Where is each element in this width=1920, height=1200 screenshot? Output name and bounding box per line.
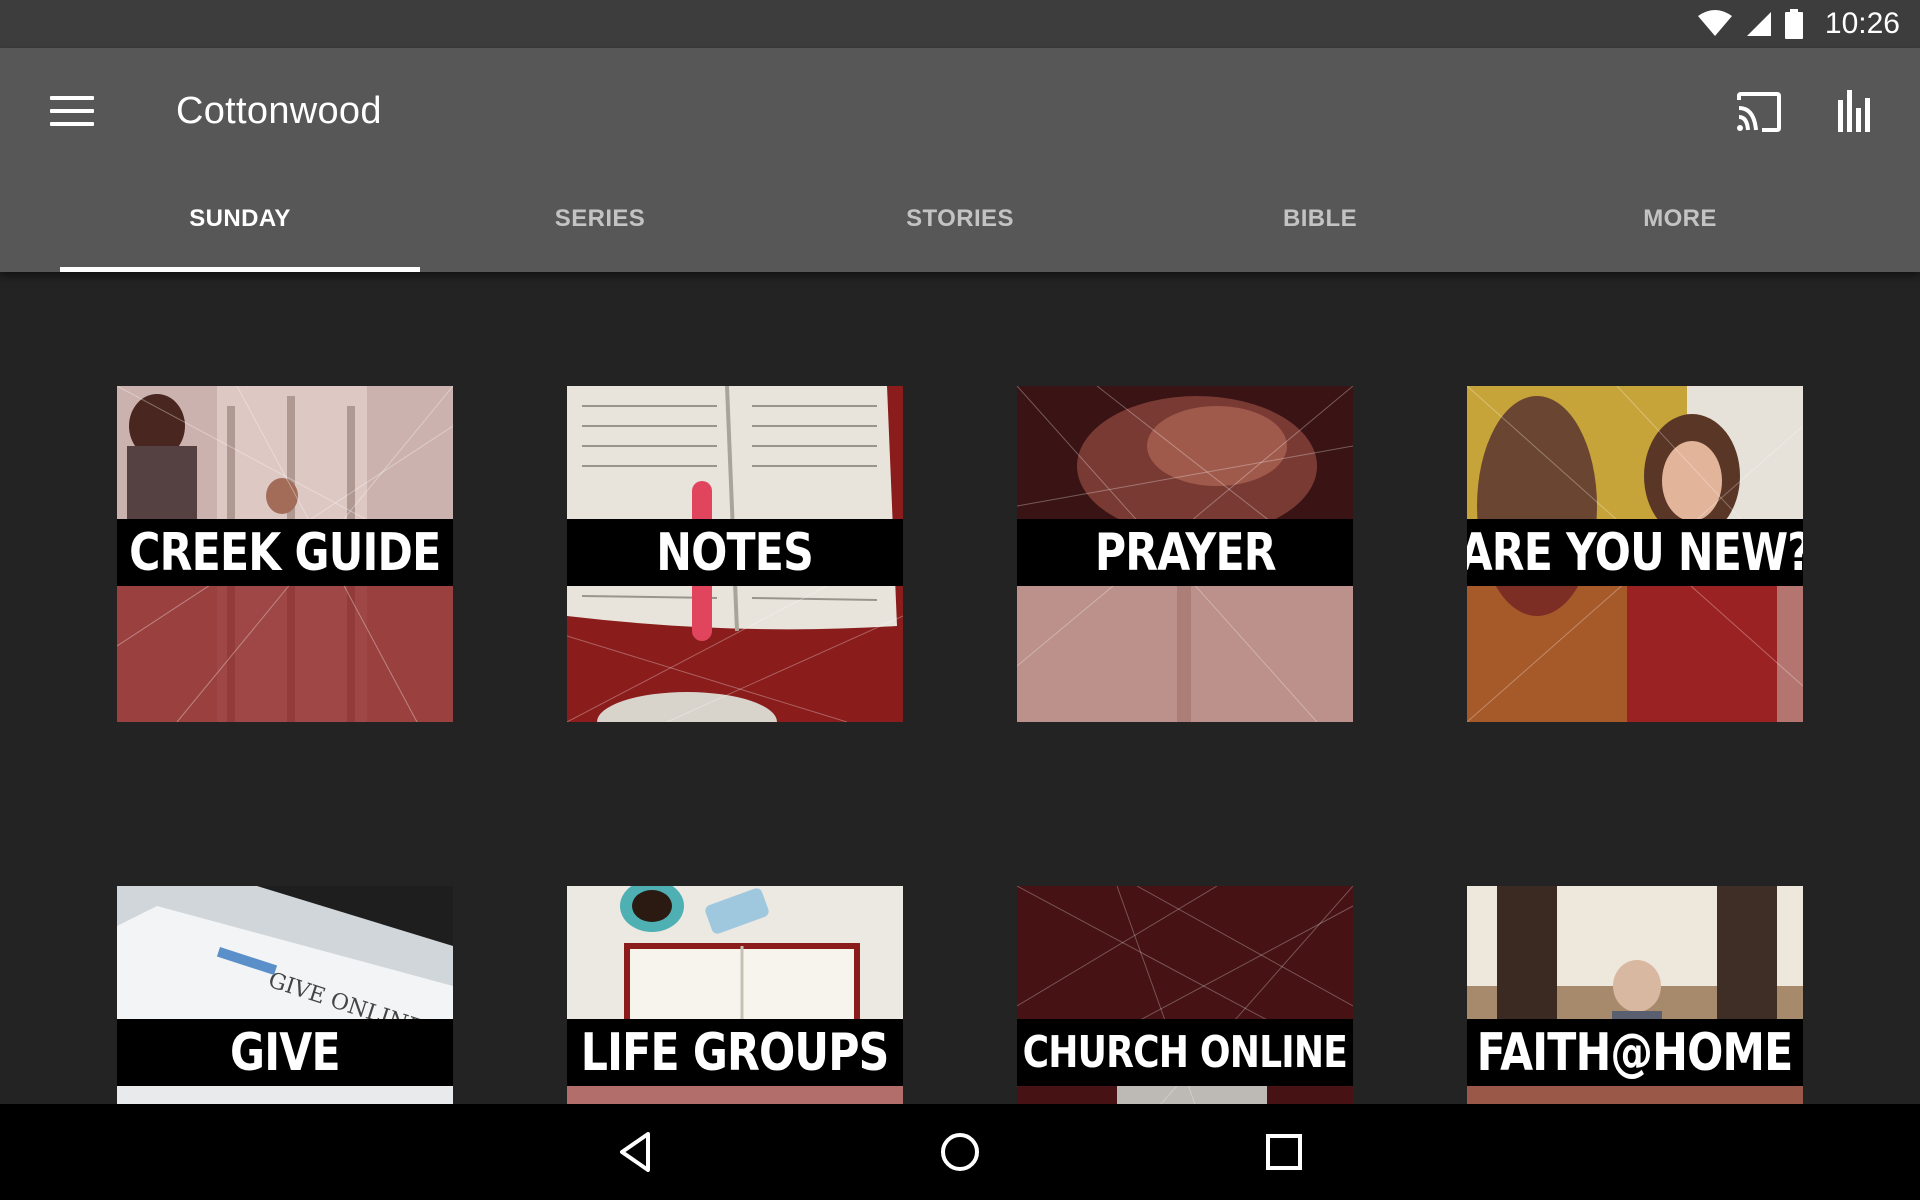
tile-creek-guide[interactable]: CREEK GUIDE xyxy=(117,386,453,722)
tile-label: PRAYER xyxy=(1094,522,1277,583)
app-title: Cottonwood xyxy=(176,90,382,132)
tile-prayer[interactable]: PRAYER xyxy=(1017,386,1353,722)
menu-icon[interactable] xyxy=(50,96,94,128)
tile-label-bar: CREEK GUIDE xyxy=(117,519,453,586)
tile-label: FAITH@HOME xyxy=(1477,1022,1794,1083)
app-bar: Cottonwood SUNDAY SERIES STORIES BIBLE M… xyxy=(0,48,1920,272)
tile-notes[interactable]: NOTES xyxy=(567,386,903,722)
tile-give[interactable]: GIVE ONLINE GIVE xyxy=(117,886,453,1104)
tile-label-bar: GIVE xyxy=(117,1019,453,1086)
tab-sunday[interactable]: SUNDAY xyxy=(60,178,420,272)
tile-grid: CREEK GUIDE NOTES PRAYER ARE YOU NEW? GI… xyxy=(0,272,1920,1104)
tile-church-online[interactable]: CHURCH ONLINE xyxy=(1017,886,1353,1104)
system-nav-bar xyxy=(0,1104,1920,1200)
home-icon[interactable] xyxy=(936,1128,984,1176)
tile-label: CHURCH ONLINE xyxy=(1022,1026,1348,1078)
tab-more[interactable]: MORE xyxy=(1500,178,1860,272)
tab-bar: SUNDAY SERIES STORIES BIBLE MORE xyxy=(60,178,1860,272)
back-icon[interactable] xyxy=(612,1128,660,1176)
tile-label: CREEK GUIDE xyxy=(129,522,441,583)
tile-faith-at-home[interactable]: FAITH@HOME xyxy=(1467,886,1803,1104)
tile-are-you-new[interactable]: ARE YOU NEW? xyxy=(1467,386,1803,722)
recents-icon[interactable] xyxy=(1260,1128,1308,1176)
wifi-icon xyxy=(1697,10,1732,36)
tile-label-bar: PRAYER xyxy=(1017,519,1353,586)
tile-label-bar: FAITH@HOME xyxy=(1467,1019,1803,1086)
tab-bible[interactable]: BIBLE xyxy=(1140,178,1500,272)
cell-signal-icon xyxy=(1746,12,1771,36)
tab-series[interactable]: SERIES xyxy=(420,178,780,272)
cast-icon[interactable] xyxy=(1736,90,1782,136)
tile-label: GIVE xyxy=(230,1022,341,1083)
tile-label: NOTES xyxy=(656,522,815,583)
battery-icon xyxy=(1784,9,1803,39)
bar-chart-icon[interactable] xyxy=(1836,88,1876,134)
status-time: 10:26 xyxy=(1824,7,1900,40)
tile-label-bar: ARE YOU NEW? xyxy=(1467,519,1803,586)
tile-label-bar: CHURCH ONLINE xyxy=(1017,1019,1353,1086)
status-bar: 10:26 xyxy=(0,0,1920,48)
tile-life-groups[interactable]: LIFE GROUPS xyxy=(567,886,903,1104)
tile-label-bar: LIFE GROUPS xyxy=(567,1019,903,1086)
tile-label: ARE YOU NEW? xyxy=(1467,522,1803,583)
tile-label: LIFE GROUPS xyxy=(581,1022,890,1083)
toolbar: Cottonwood xyxy=(0,48,1920,178)
tab-stories[interactable]: STORIES xyxy=(780,178,1140,272)
tile-label-bar: NOTES xyxy=(567,519,903,586)
